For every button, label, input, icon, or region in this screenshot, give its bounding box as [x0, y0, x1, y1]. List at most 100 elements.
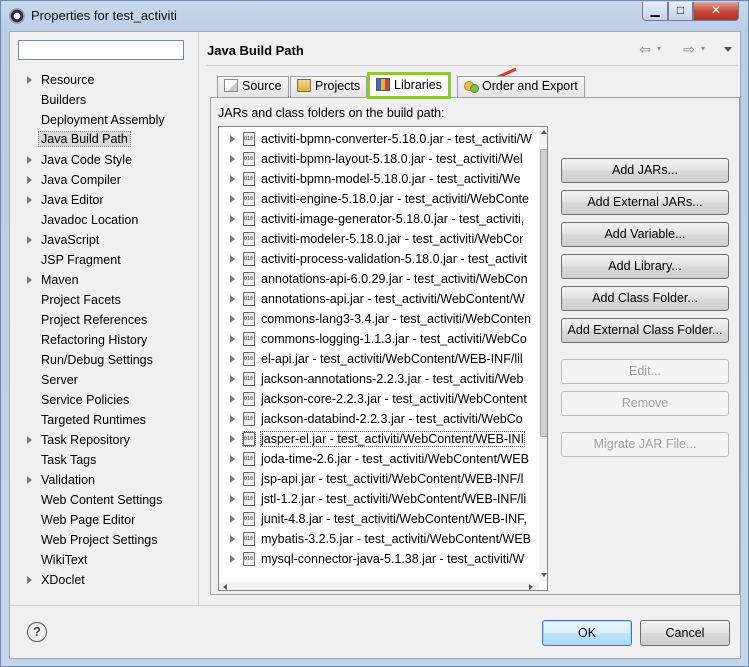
nav-item-refactoring-history[interactable]: Refactoring History	[10, 330, 196, 350]
expand-arrow-icon[interactable]	[27, 176, 32, 184]
jar-list-item[interactable]: commons-logging-1.1.3.jar - test_activit…	[219, 329, 539, 349]
expand-arrow-icon[interactable]	[230, 535, 235, 543]
jar-list-item[interactable]: jstl-1.2.jar - test_activiti/WebContent/…	[219, 489, 539, 509]
expand-arrow-icon[interactable]	[230, 395, 235, 403]
jar-list-item[interactable]: activiti-engine-5.18.0.jar - test_activi…	[219, 189, 539, 209]
title-bar[interactable]: Properties for test_activiti ▁ □ ✕	[1, 1, 748, 31]
nav-item-java-build-path[interactable]: Java Build Path	[10, 130, 196, 150]
nav-item-web-page-editor[interactable]: Web Page Editor	[10, 510, 196, 530]
nav-item-server[interactable]: Server	[10, 370, 196, 390]
sash-divider[interactable]	[198, 32, 199, 607]
expand-arrow-icon[interactable]	[27, 236, 32, 244]
expand-arrow-icon[interactable]	[230, 555, 235, 563]
nav-item-run-debug-settings[interactable]: Run/Debug Settings	[10, 350, 196, 370]
jar-list-item[interactable]: mybatis-3.2.5.jar - test_activiti/WebCon…	[219, 529, 539, 549]
expand-arrow-icon[interactable]	[27, 436, 32, 444]
tab-projects[interactable]: Projects	[290, 76, 368, 98]
expand-arrow-icon[interactable]	[230, 375, 235, 383]
expand-arrow-icon[interactable]	[230, 275, 235, 283]
expand-arrow-icon[interactable]	[27, 196, 32, 204]
migrate-jar-button[interactable]: Migrate JAR File...	[561, 432, 729, 457]
expand-arrow-icon[interactable]	[230, 435, 235, 443]
jar-list-item[interactable]: el-api.jar - test_activiti/WebContent/WE…	[219, 349, 539, 369]
nav-item-maven[interactable]: Maven	[10, 270, 196, 290]
expand-arrow-icon[interactable]	[230, 515, 235, 523]
add-external-class-folder-button[interactable]: Add External Class Folder...	[561, 318, 729, 343]
jar-list-item[interactable]: activiti-modeler-5.18.0.jar - test_activ…	[219, 229, 539, 249]
jar-list-item[interactable]: activiti-bpmn-layout-5.18.0.jar - test_a…	[219, 149, 539, 169]
jar-list-item[interactable]: jasper-el.jar - test_activiti/WebContent…	[219, 429, 539, 449]
nav-item-validation[interactable]: Validation	[10, 470, 196, 490]
back-arrow-icon[interactable]: ⇦	[638, 40, 652, 58]
expand-arrow-icon[interactable]	[230, 155, 235, 163]
nav-item-java-compiler[interactable]: Java Compiler	[10, 170, 196, 190]
expand-arrow-icon[interactable]	[230, 415, 235, 423]
cancel-button[interactable]: Cancel	[640, 620, 730, 646]
expand-arrow-icon[interactable]	[230, 315, 235, 323]
scroll-up-icon[interactable]	[541, 130, 547, 134]
nav-item-targeted-runtimes[interactable]: Targeted Runtimes	[10, 410, 196, 430]
tab-order-and-export[interactable]: Order and Export	[457, 76, 585, 98]
jar-list-item[interactable]: activiti-bpmn-converter-5.18.0.jar - tes…	[219, 129, 539, 149]
close-button[interactable]: ✕	[693, 2, 739, 21]
nav-item-java-editor[interactable]: Java Editor	[10, 190, 196, 210]
nav-item-javadoc-location[interactable]: Javadoc Location	[10, 210, 196, 230]
add-class-folder-button[interactable]: Add Class Folder...	[561, 286, 729, 311]
filter-input[interactable]	[18, 40, 184, 60]
nav-item-task-tags[interactable]: Task Tags	[10, 450, 196, 470]
expand-arrow-icon[interactable]	[230, 235, 235, 243]
expand-arrow-icon[interactable]	[230, 195, 235, 203]
nav-item-deployment-assembly[interactable]: Deployment Assembly	[10, 110, 196, 130]
expand-arrow-icon[interactable]	[27, 276, 32, 284]
jar-list-item[interactable]: jackson-annotations-2.2.3.jar - test_act…	[219, 369, 539, 389]
forward-arrow-icon[interactable]: ⇨	[682, 40, 696, 58]
jar-list-item[interactable]: mysql-connector-java-5.1.38.jar - test_a…	[219, 549, 539, 569]
nav-item-javascript[interactable]: JavaScript	[10, 230, 196, 250]
add-jars-button[interactable]: Add JARs...	[561, 158, 729, 183]
jar-list-item[interactable]: junit-4.8.jar - test_activiti/WebContent…	[219, 509, 539, 529]
jar-list-item[interactable]: activiti-bpmn-model-5.18.0.jar - test_ac…	[219, 169, 539, 189]
horizontal-scrollbar[interactable]	[219, 582, 539, 590]
expand-arrow-icon[interactable]	[230, 295, 235, 303]
expand-arrow-icon[interactable]	[230, 335, 235, 343]
add-library-button[interactable]: Add Library...	[561, 254, 729, 279]
nav-item-xdoclet[interactable]: XDoclet	[10, 570, 196, 590]
nav-item-jsp-fragment[interactable]: JSP Fragment	[10, 250, 196, 270]
jar-list-item[interactable]: jsp-api.jar - test_activiti/WebContent/W…	[219, 469, 539, 489]
expand-arrow-icon[interactable]	[230, 175, 235, 183]
nav-item-web-content-settings[interactable]: Web Content Settings	[10, 490, 196, 510]
jar-list-item[interactable]: activiti-process-validation-5.18.0.jar -…	[219, 249, 539, 269]
remove-button[interactable]: Remove	[561, 391, 729, 416]
nav-item-resource[interactable]: Resource	[10, 70, 196, 90]
tab-source[interactable]: Source	[217, 76, 289, 98]
nav-item-project-facets[interactable]: Project Facets	[10, 290, 196, 310]
expand-arrow-icon[interactable]	[230, 135, 235, 143]
expand-arrow-icon[interactable]	[27, 76, 32, 84]
expand-arrow-icon[interactable]	[27, 576, 32, 584]
back-dropdown-icon[interactable]: ▾	[652, 40, 666, 58]
expand-arrow-icon[interactable]	[27, 476, 32, 484]
jar-list-item[interactable]: jackson-databind-2.2.3.jar - test_activi…	[219, 409, 539, 429]
view-menu-icon[interactable]	[724, 47, 732, 52]
expand-arrow-icon[interactable]	[230, 455, 235, 463]
nav-item-web-project-settings[interactable]: Web Project Settings	[10, 530, 196, 550]
vertical-scrollbar[interactable]	[539, 127, 547, 582]
scroll-down-icon[interactable]	[541, 573, 547, 577]
nav-item-builders[interactable]: Builders	[10, 90, 196, 110]
jar-list-item[interactable]: commons-lang3-3.4.jar - test_activiti/We…	[219, 309, 539, 329]
scroll-thumb[interactable]	[540, 149, 547, 437]
jar-list[interactable]: activiti-bpmn-converter-5.18.0.jar - tes…	[218, 126, 548, 591]
scroll-left-icon[interactable]	[223, 584, 227, 590]
expand-arrow-icon[interactable]	[230, 355, 235, 363]
expand-arrow-icon[interactable]	[230, 495, 235, 503]
expand-arrow-icon[interactable]	[230, 215, 235, 223]
forward-dropdown-icon[interactable]: ▾	[696, 40, 710, 58]
maximize-button[interactable]: □	[668, 2, 693, 21]
ok-button[interactable]: OK	[542, 620, 632, 646]
edit-button[interactable]: Edit...	[561, 359, 729, 384]
scroll-right-icon[interactable]	[529, 584, 533, 590]
expand-arrow-icon[interactable]	[27, 156, 32, 164]
help-icon[interactable]: ?	[27, 622, 47, 642]
jar-list-item[interactable]: joda-time-2.6.jar - test_activiti/WebCon…	[219, 449, 539, 469]
nav-item-service-policies[interactable]: Service Policies	[10, 390, 196, 410]
